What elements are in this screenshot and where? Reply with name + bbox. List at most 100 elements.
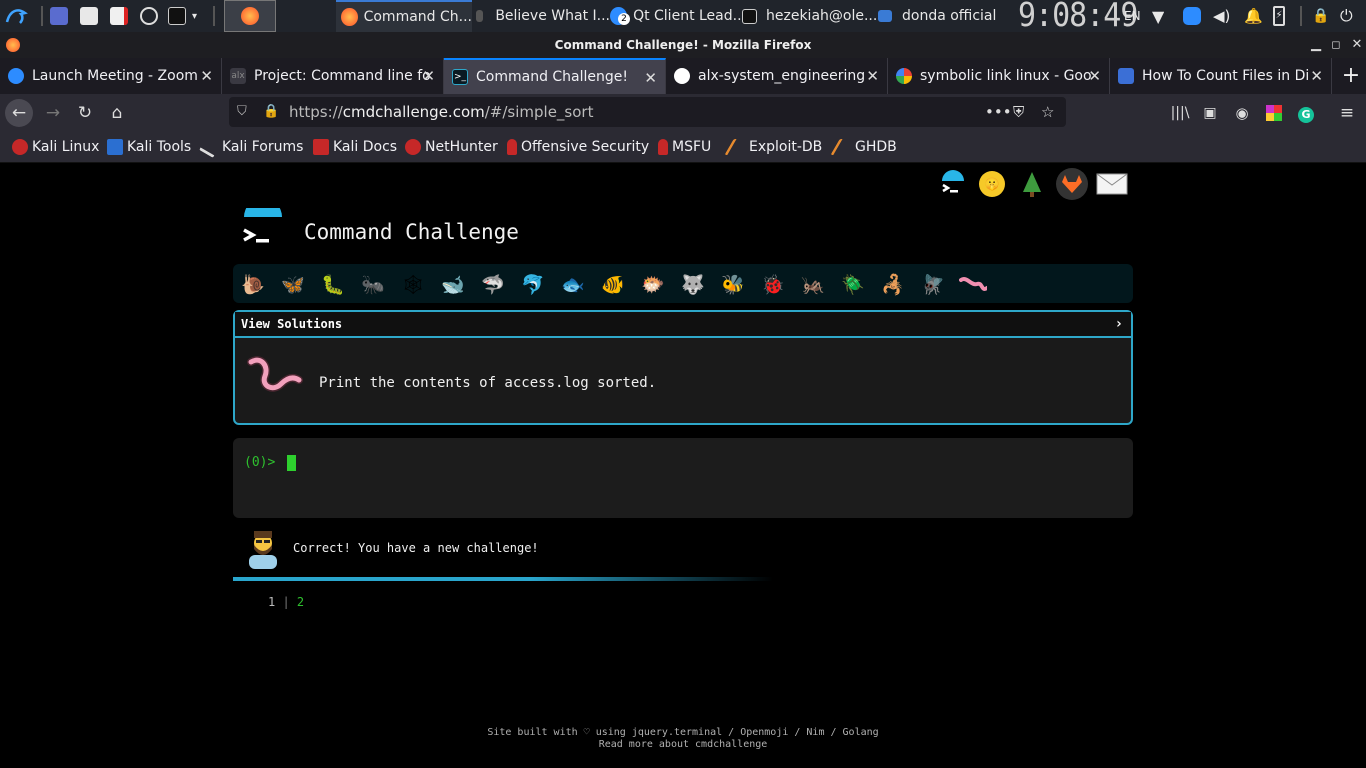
whale-icon[interactable]: 🐋 — [439, 270, 467, 298]
close-window-icon[interactable]: ✕ — [1348, 32, 1366, 58]
dolphin-icon[interactable]: 🐬 — [519, 270, 547, 298]
tab-project[interactable]: alx Project: Command line fo ✕ — [222, 58, 444, 94]
account-icon[interactable]: ◉ — [1228, 99, 1256, 127]
view-solutions-toggle[interactable]: View Solutions › — [235, 312, 1131, 338]
pufferfish-icon[interactable]: 🐡 — [639, 270, 667, 298]
bookmark-msfu[interactable]: MSFU — [658, 131, 711, 163]
caterpillar-icon[interactable]: 🐛 — [319, 270, 347, 298]
page-actions-icon[interactable]: ••• — [985, 97, 1012, 127]
lock-icon[interactable]: 🔒 — [263, 97, 279, 127]
bookmark-exploit-db[interactable]: Exploit-DB — [724, 131, 822, 163]
tree-icon[interactable] — [1016, 168, 1048, 200]
snail-icon[interactable]: 🐌 — [239, 270, 267, 298]
firefox-icon — [6, 38, 20, 52]
close-tab-icon[interactable]: ✕ — [1310, 67, 1323, 85]
volume-icon[interactable]: ◀) — [1213, 0, 1230, 32]
tab-github[interactable]: alx-system_engineering ✕ — [666, 58, 888, 94]
shark-icon[interactable]: 🦈 — [479, 270, 507, 298]
tropical-fish-icon[interactable]: 🐠 — [599, 270, 627, 298]
spider-web-icon[interactable]: 🕸 — [399, 270, 427, 298]
worm-icon[interactable] — [959, 270, 987, 298]
gitlab-icon[interactable] — [1056, 168, 1088, 200]
taskbar-app-terminal[interactable]: hezekiah@ole... — [742, 0, 878, 32]
bee-icon[interactable]: 🐝 — [719, 270, 747, 298]
bookmark-nethunter[interactable]: NetHunter — [405, 131, 498, 163]
shield-icon[interactable]: ⛉ — [237, 97, 247, 127]
home-icon[interactable]: ⌂ — [103, 99, 131, 127]
forward-icon[interactable]: → — [39, 99, 67, 127]
wolf-icon[interactable]: 🐺 — [679, 270, 707, 298]
bookmark-kali-tools[interactable]: Kali Tools — [107, 131, 191, 163]
zoom-tray-icon[interactable] — [1183, 0, 1207, 32]
library-icon[interactable]: |||\ — [1166, 99, 1194, 127]
scorpion-icon[interactable]: 🦂 — [879, 270, 907, 298]
email-icon[interactable] — [1096, 168, 1128, 200]
taskbar-app-folder[interactable]: donda official — [878, 0, 1014, 32]
terminal[interactable]: (0)> — [233, 438, 1133, 518]
grammarly-icon[interactable]: G — [1292, 99, 1320, 127]
sidebar-icon[interactable]: ▣ — [1196, 99, 1224, 127]
wifi-icon[interactable]: ▼ — [1152, 0, 1164, 32]
back-icon[interactable]: ← — [5, 99, 33, 127]
step-number-current[interactable]: 2 — [297, 595, 304, 609]
notifications-icon[interactable]: 🔔 — [1244, 0, 1263, 32]
bookmark-kali-docs[interactable]: Kali Docs — [313, 131, 397, 163]
terminal-cursor — [287, 455, 296, 471]
taskbar-app-firefox[interactable]: Command Ch... — [336, 0, 472, 32]
bookmark-label: Kali Forums — [222, 139, 304, 155]
butterfly-icon[interactable]: 🦋 — [279, 270, 307, 298]
minimize-icon[interactable]: ▁ — [1307, 32, 1325, 58]
taskbar-app-media[interactable]: Believe What I... — [474, 0, 610, 32]
nethunter-icon — [405, 139, 421, 155]
menu-icon[interactable]: ≡ — [1333, 99, 1361, 127]
text-editor-icon[interactable] — [110, 0, 134, 32]
bookmark-label: GHDB — [855, 139, 897, 155]
pocket-icon[interactable]: ⛨ — [1013, 97, 1024, 127]
tab-command-challenge[interactable]: >_ Command Challenge! ✕ — [444, 58, 666, 94]
close-tab-icon[interactable]: ✕ — [422, 67, 435, 85]
show-desktop-icon[interactable] — [50, 0, 74, 32]
offsec-icon — [507, 139, 517, 155]
file-manager-icon[interactable] — [80, 0, 104, 32]
media-icon — [476, 10, 484, 22]
google-icon — [896, 68, 912, 84]
bookmark-star-icon[interactable]: ☆ — [1041, 97, 1054, 127]
url-bar[interactable]: ⛉ 🔒 https://cmdchallenge.com/#/simple_so… — [229, 97, 1066, 127]
reload-icon[interactable]: ↻ — [71, 99, 99, 127]
close-tab-icon[interactable]: ✕ — [1088, 67, 1101, 85]
clock[interactable]: 9:08:49 — [1018, 0, 1138, 34]
close-tab-icon[interactable]: ✕ — [866, 67, 879, 85]
close-tab-icon[interactable]: ✕ — [644, 69, 657, 87]
bookmark-ghdb[interactable]: GHDB — [830, 131, 897, 163]
kali-menu-icon[interactable] — [4, 0, 28, 32]
battery-icon[interactable]: ⚡ — [1273, 0, 1285, 32]
ant-icon[interactable]: 🐜 — [359, 270, 387, 298]
tab-title: Launch Meeting - Zoom — [32, 68, 198, 84]
tab-google[interactable]: symbolic link linux - Goo ✕ — [888, 58, 1110, 94]
ladybug-icon[interactable]: 🐞 — [759, 270, 787, 298]
bookmark-offensive-security[interactable]: Offensive Security — [507, 131, 649, 163]
url-scheme: https:// — [289, 103, 343, 121]
extension-icon[interactable] — [1260, 99, 1288, 127]
firefox-launcher-icon[interactable] — [224, 0, 276, 32]
cmdchallenge-logo-icon[interactable] — [936, 168, 968, 200]
cricket-icon[interactable]: 🦗 — [799, 270, 827, 298]
lock-icon[interactable]: 🔒 — [1312, 0, 1329, 32]
fish-icon[interactable]: 🐟 — [559, 270, 587, 298]
shushing-face-icon[interactable]: 🤫 — [976, 168, 1008, 200]
new-tab-button[interactable]: + — [1338, 62, 1364, 90]
bookmark-kali-forums[interactable]: Kali Forums — [199, 131, 304, 163]
close-tab-icon[interactable]: ✕ — [200, 67, 213, 85]
taskbar-app-zoom[interactable]: 2 Qt Client Lead... — [610, 0, 746, 32]
browser-globe-icon[interactable] — [140, 0, 164, 32]
fly-icon[interactable]: 🪰 — [919, 270, 947, 298]
maximize-icon[interactable]: ◻ — [1327, 32, 1345, 58]
tab-zoom[interactable]: Launch Meeting - Zoom ✕ — [0, 58, 222, 94]
terminal-launcher-icon[interactable]: ▾ — [168, 0, 197, 32]
bug-icon[interactable]: 🪲 — [839, 270, 867, 298]
keyboard-layout[interactable]: EN — [1124, 0, 1141, 32]
footer-about-link[interactable]: Read more about cmdchallenge — [0, 739, 1366, 751]
bookmark-kali-linux[interactable]: Kali Linux — [12, 131, 99, 163]
power-icon[interactable]: ⏻ — [1340, 0, 1353, 32]
tab-count-files[interactable]: How To Count Files in Di ✕ — [1110, 58, 1332, 94]
